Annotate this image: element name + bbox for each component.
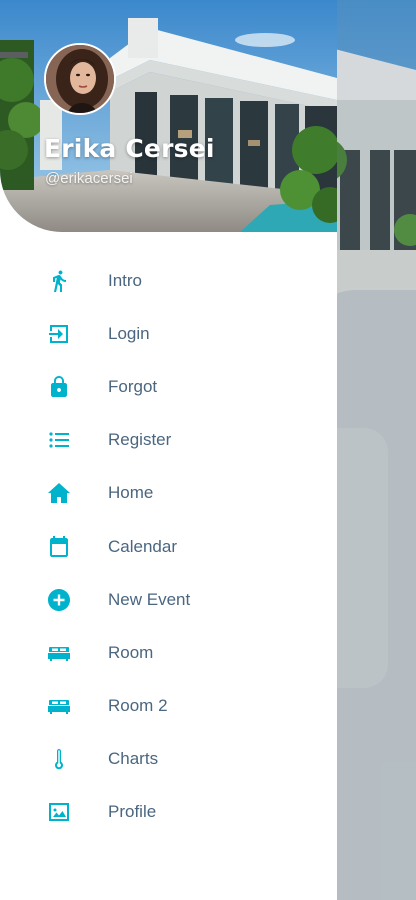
bed-icon <box>47 641 71 665</box>
menu-item-label: Forgot <box>108 376 158 396</box>
header-house-photo <box>0 0 337 232</box>
drawer-header: Erika Cersei @erikacersei <box>0 0 337 232</box>
menu-item-label: Register <box>108 430 172 450</box>
navigation-drawer: Erika Cersei @erikacersei Intro Login Fo… <box>0 0 337 900</box>
login-icon <box>47 322 71 346</box>
menu-item-label: Room <box>108 642 154 662</box>
menu-item-room-2[interactable]: Room 2 <box>0 680 337 733</box>
menu-item-home[interactable]: Home <box>0 467 337 520</box>
bed-icon <box>47 694 71 718</box>
menu-item-label: Room 2 <box>108 696 168 716</box>
menu-item-label: Profile <box>108 802 157 822</box>
thermometer-icon <box>47 747 71 771</box>
home-icon <box>47 481 71 505</box>
menu-item-label: New Event <box>108 589 191 609</box>
menu-item-profile[interactable]: Profile <box>0 786 337 839</box>
menu-item-new-event[interactable]: New Event <box>0 573 337 626</box>
menu-item-label: Home <box>108 483 154 503</box>
menu-item-forgot[interactable]: Forgot <box>0 360 337 413</box>
list-icon <box>47 428 71 452</box>
avatar[interactable] <box>44 43 116 115</box>
menu-item-label: Intro <box>108 270 143 290</box>
menu-item-calendar[interactable]: Calendar <box>0 520 337 573</box>
menu-item-label: Charts <box>108 749 159 769</box>
menu-item-charts[interactable]: Charts <box>0 733 337 786</box>
menu-item-register[interactable]: Register <box>0 414 337 467</box>
menu-list: Intro Login Forgot Register Home Calenda… <box>0 254 337 839</box>
user-name: Erika Cersei <box>44 134 215 163</box>
menu-item-login[interactable]: Login <box>0 307 337 360</box>
lock-icon <box>47 375 71 399</box>
walking-person-icon <box>47 269 71 293</box>
menu-item-room[interactable]: Room <box>0 626 337 679</box>
add-circle-icon <box>47 588 71 612</box>
calendar-icon <box>47 535 71 559</box>
menu-item-intro[interactable]: Intro <box>0 254 337 307</box>
menu-item-label: Login <box>108 323 150 343</box>
user-handle: @erikacersei <box>45 170 133 187</box>
image-icon <box>47 800 71 824</box>
menu-item-label: Calendar <box>108 536 177 556</box>
